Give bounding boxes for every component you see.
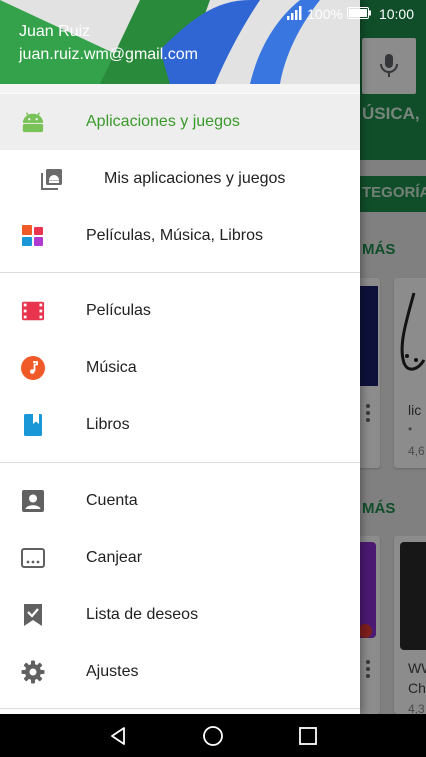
battery-percent: 100% bbox=[307, 6, 343, 22]
entertainment-grid-icon bbox=[21, 224, 45, 248]
home-icon[interactable] bbox=[201, 724, 225, 748]
status-bar: 100% 10:00 bbox=[0, 0, 426, 28]
signal-icon bbox=[287, 5, 303, 23]
library-icon bbox=[40, 167, 64, 191]
menu-item-label: Libros bbox=[86, 416, 130, 433]
header-strip bbox=[0, 84, 360, 93]
menu-item-label: Música bbox=[86, 359, 137, 376]
android-icon bbox=[21, 110, 45, 134]
menu-item-account[interactable]: Cuenta bbox=[0, 473, 360, 529]
menu-item-label: Canjear bbox=[86, 549, 143, 566]
music-note-icon bbox=[21, 356, 45, 380]
menu-item-label: Películas bbox=[86, 302, 151, 319]
menu-item-movies[interactable]: Películas bbox=[0, 283, 360, 339]
bookmark-book-icon bbox=[21, 413, 45, 437]
menu-item-settings[interactable]: Ajustes bbox=[0, 644, 360, 700]
redeem-card-icon bbox=[21, 546, 45, 570]
battery-icon bbox=[346, 6, 371, 22]
menu-item-label: Cuenta bbox=[86, 492, 138, 509]
menu-item-my-apps[interactable]: Mis aplicaciones y juegos bbox=[0, 151, 360, 207]
back-icon[interactable] bbox=[106, 724, 130, 748]
gear-icon bbox=[21, 660, 45, 684]
menu-item-entertainment[interactable]: Películas, Música, Libros bbox=[0, 208, 360, 264]
menu-item-label: Películas, Música, Libros bbox=[86, 227, 263, 244]
film-icon bbox=[21, 299, 45, 323]
account-box-icon bbox=[21, 489, 45, 513]
navigation-drawer: Juan Ruiz juan.ruiz.wm@gmail.com Aplicac… bbox=[0, 0, 360, 714]
clock: 10:00 bbox=[378, 6, 414, 22]
menu-item-music[interactable]: Música bbox=[0, 340, 360, 396]
menu-item-books[interactable]: Libros bbox=[0, 397, 360, 453]
menu-item-label: Mis aplicaciones y juegos bbox=[104, 170, 286, 187]
menu-item-label: Ajustes bbox=[86, 663, 139, 680]
menu-item-apps-games[interactable]: Aplicaciones y juegos bbox=[0, 94, 360, 150]
recents-icon[interactable] bbox=[296, 724, 320, 748]
menu-item-redeem[interactable]: Canjear bbox=[0, 530, 360, 586]
divider bbox=[0, 272, 360, 273]
menu-item-wishlist[interactable]: Lista de deseos bbox=[0, 587, 360, 643]
menu-item-label: Lista de deseos bbox=[86, 606, 199, 623]
divider bbox=[0, 462, 360, 463]
bookmark-check-icon bbox=[21, 603, 45, 627]
system-nav-bar bbox=[0, 714, 426, 757]
menu-item-label: Aplicaciones y juegos bbox=[86, 113, 240, 130]
account-email: juan.ruiz.wm@gmail.com bbox=[19, 46, 198, 63]
divider bbox=[0, 708, 360, 709]
